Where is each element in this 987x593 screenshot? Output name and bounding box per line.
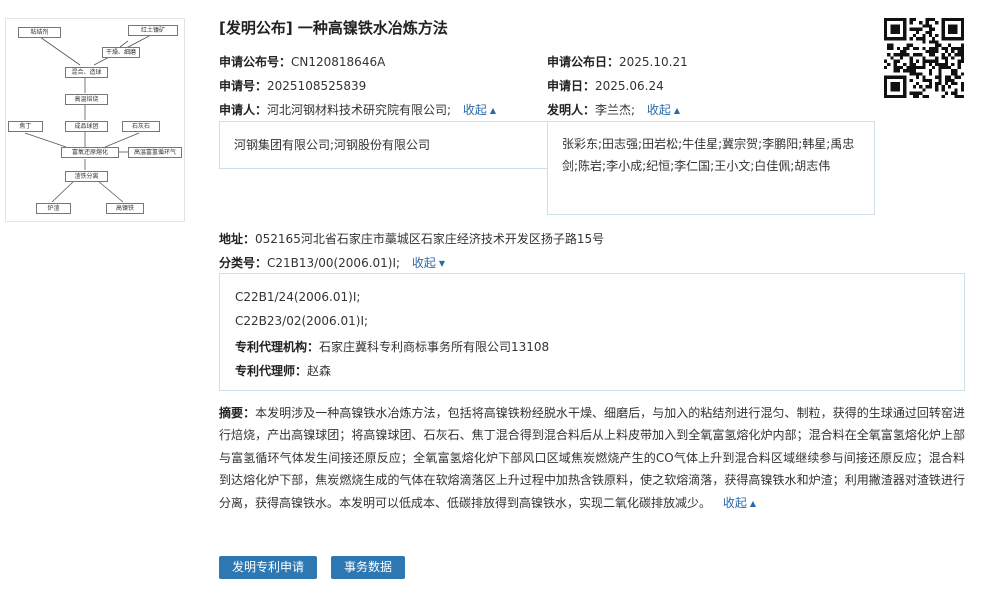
- class-row: 分类号：C21B13/00(2006.01)I; 收起 ▼: [219, 254, 445, 271]
- inventor-label: 发明人：: [547, 103, 596, 117]
- caret-down-icon: ▼: [438, 259, 446, 268]
- caret-up-icon: ▲: [673, 106, 681, 115]
- fig-box-binder: 粘结剂: [18, 27, 61, 38]
- app-number-row: 申请号：2025108525839: [219, 77, 366, 94]
- class-more-1: C22B1/24(2006.01)I;: [235, 290, 361, 304]
- inventor-collapse-link[interactable]: 收起 ▲: [647, 103, 680, 117]
- pub-number-value: CN120818646A: [291, 55, 386, 69]
- fig-box-slag: 炉渣: [36, 203, 71, 214]
- fig-box-lime: 石灰石: [122, 121, 160, 132]
- applicant-collapse-text: 收起: [462, 103, 487, 117]
- class-collapse-text: 收起: [411, 256, 436, 270]
- fig-box-gas: 高温富氢循环气: [128, 147, 182, 158]
- inventor-first: 李兰杰;: [595, 103, 636, 117]
- agency-row: 专利代理机构：石家庄冀科专利商标事务所有限公司13108: [235, 338, 549, 355]
- applicant-label: 申请人：: [219, 103, 268, 117]
- address-row: 地址：052165河北省石家庄市藁城区石家庄经济技术开发区扬子路15号: [219, 230, 604, 247]
- address-label: 地址：: [219, 232, 256, 246]
- inventor-collapse-text: 收起: [646, 103, 671, 117]
- app-date-label: 申请日：: [547, 79, 596, 93]
- fig-box-pellet: 成品球团: [65, 121, 108, 132]
- pub-date-row: 申请公布日：2025.10.21: [547, 53, 688, 70]
- app-date-row: 申请日：2025.06.24: [547, 77, 664, 94]
- agent-row: 专利代理师：赵森: [235, 362, 331, 379]
- fig-box-mix: 混合、造球: [65, 67, 108, 78]
- abstract-collapse-text: 收起: [722, 495, 747, 510]
- class-collapse-link[interactable]: 收起 ▼: [412, 256, 445, 270]
- class-more-panel: C22B1/24(2006.01)I; C22B23/02(2006.01)I;…: [219, 273, 965, 391]
- applicant-collapse-link[interactable]: 收起 ▲: [463, 103, 496, 117]
- abstract-collapse-link[interactable]: 收起 ▲: [723, 496, 756, 510]
- abstract-figure[interactable]: 粘结剂 红土镍矿 干燥、细磨 混合、造球 高温焙烧 焦丁 成品球团 石灰石 富氧…: [5, 18, 185, 222]
- agent-label: 专利代理师：: [235, 364, 308, 378]
- app-number-label: 申请号：: [219, 79, 268, 93]
- pub-number-row: 申请公布号：CN120818646A: [219, 53, 385, 70]
- patent-title: [发明公布] 一种高镍铁水冶炼方法: [219, 19, 448, 37]
- applicant-first: 河北河钢材料技术研究院有限公司;: [267, 103, 452, 117]
- qr-code-icon: [884, 18, 964, 98]
- abstract-text: 本发明涉及一种高镍铁水冶炼方法，包括将高镍铁粉经脱水干燥、细磨后，与加入的粘结剂…: [219, 406, 965, 510]
- transaction-data-button[interactable]: 事务数据: [331, 556, 405, 579]
- fig-box-separation: 渣铁分离: [65, 171, 108, 182]
- applicant-more-panel: 河钢集团有限公司;河钢股份有限公司: [219, 121, 549, 169]
- class-first: C21B13/00(2006.01)I;: [267, 256, 401, 270]
- pub-date-label: 申请公布日：: [547, 55, 620, 69]
- fig-box-ore: 红土镍矿: [128, 25, 178, 36]
- address-value: 052165河北省石家庄市藁城区石家庄经济技术开发区扬子路15号: [255, 232, 605, 246]
- fig-box-coke: 焦丁: [8, 121, 43, 132]
- inventor-more-panel: 张彩东;田志强;田岩松;牛佳星;冀宗贺;李鹏阳;韩星;禹忠剑;陈岩;李小成;纪恒…: [547, 121, 875, 215]
- pub-date-value: 2025.10.21: [619, 55, 688, 69]
- app-number-value: 2025108525839: [267, 79, 367, 93]
- abstract-label: 摘要：: [219, 406, 256, 420]
- flowchart-arrows: [24, 34, 152, 203]
- applicant-more-text: 河钢集团有限公司;河钢股份有限公司: [234, 138, 431, 152]
- inventor-more-text: 张彩东;田志强;田岩松;牛佳星;冀宗贺;李鹏阳;韩星;禹忠剑;陈岩;李小成;纪恒…: [562, 137, 855, 173]
- class-label: 分类号：: [219, 256, 268, 270]
- caret-up-icon: ▲: [489, 106, 497, 115]
- abstract: 摘要：本发明涉及一种高镍铁水冶炼方法，包括将高镍铁粉经脱水干燥、细磨后，与加入的…: [219, 402, 965, 515]
- patent-detail-page: 粘结剂 红土镍矿 干燥、细磨 混合、造球 高温焙烧 焦丁 成品球团 石灰石 富氧…: [0, 0, 987, 593]
- agency-label: 专利代理机构：: [235, 340, 320, 354]
- agency-value: 石家庄冀科专利商标事务所有限公司13108: [319, 340, 550, 354]
- applicant-row: 申请人：河北河钢材料技术研究院有限公司; 收起 ▲: [219, 101, 496, 118]
- app-date-value: 2025.06.24: [595, 79, 664, 93]
- invention-application-button[interactable]: 发明专利申请: [219, 556, 317, 579]
- caret-up-icon: ▲: [749, 498, 757, 508]
- fig-box-roast: 高温焙烧: [65, 94, 108, 105]
- inventor-row: 发明人：李兰杰; 收起 ▲: [547, 101, 680, 118]
- fig-box-iron: 高镍铁: [106, 203, 144, 214]
- agent-value: 赵森: [307, 364, 332, 378]
- class-more-2: C22B23/02(2006.01)I;: [235, 314, 369, 328]
- fig-box-dry: 干燥、细磨: [102, 47, 140, 58]
- pub-number-label: 申请公布号：: [219, 55, 292, 69]
- fig-box-furnace: 富氧还原熔化: [61, 147, 119, 158]
